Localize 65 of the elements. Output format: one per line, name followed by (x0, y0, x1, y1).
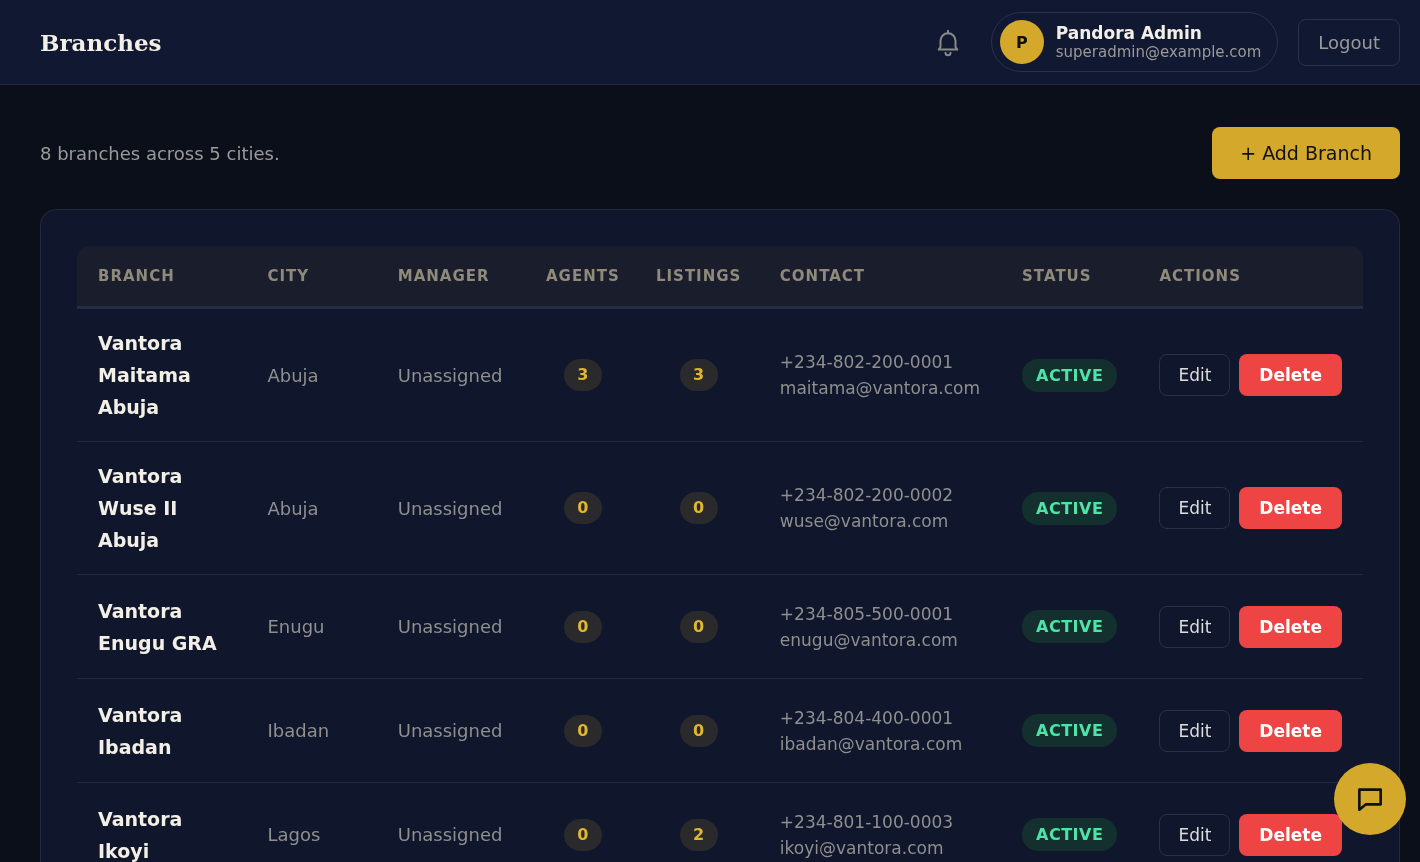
agents-count: 0 (563, 492, 602, 524)
agents-count: 0 (563, 818, 602, 851)
branch-name: Vantora Enugu GRA (98, 598, 218, 656)
email-text: wuse@vantora.com (779, 511, 950, 531)
delete-button[interactable]: Delete (1239, 605, 1342, 648)
agents-count: 0 (563, 610, 602, 643)
page-title: Branches (40, 28, 162, 56)
column-header: ACTIONS (1138, 246, 1363, 308)
delete-button[interactable]: Delete (1239, 354, 1342, 396)
listings-count: 0 (679, 492, 718, 524)
user-email: superadmin@example.com (1055, 43, 1262, 61)
city-text: Abuja (267, 497, 319, 519)
delete-button[interactable]: Delete (1239, 709, 1342, 752)
column-header: LISTINGS (638, 246, 759, 308)
status-badge: ACTIVE (1022, 714, 1118, 747)
manager-text: Unassigned (397, 616, 503, 637)
email-text: ibadan@vantora.com (779, 733, 964, 754)
edit-button[interactable]: Edit (1159, 605, 1231, 648)
phone-text: +234-802-200-0001 (779, 352, 955, 372)
phone-text: +234-802-200-0002 (779, 485, 955, 505)
branch-name: Vantora Wuse II Abuja (98, 464, 184, 553)
city-text: Abuja (267, 364, 319, 386)
manager-text: Unassigned (397, 720, 503, 741)
column-header: MANAGER (376, 246, 528, 308)
phone-text: +234-804-400-0001 (779, 707, 955, 728)
branch-name: Vantora Maitama Abuja (98, 331, 192, 420)
edit-button[interactable]: Edit (1159, 487, 1231, 529)
delete-button[interactable]: Delete (1239, 813, 1342, 856)
status-badge: ACTIVE (1022, 818, 1118, 851)
add-branch-button[interactable]: + Add Branch (1212, 127, 1400, 179)
listings-count: 3 (679, 359, 718, 391)
email-text: maitama@vantora.com (779, 378, 981, 398)
summary-text: 8 branches across 5 cities. (40, 142, 280, 164)
listings-count: 0 (679, 714, 718, 747)
user-name: Pandora Admin (1055, 23, 1203, 43)
listings-count: 0 (679, 610, 718, 643)
edit-button[interactable]: Edit (1159, 813, 1231, 856)
manager-text: Unassigned (397, 497, 503, 519)
email-text: enugu@vantora.com (779, 629, 959, 650)
agents-count: 3 (563, 359, 602, 391)
column-header: CONTACT (758, 246, 1002, 308)
manager-text: Unassigned (397, 824, 503, 845)
edit-button[interactable]: Edit (1159, 709, 1231, 752)
phone-text: +234-805-500-0001 (779, 603, 955, 624)
column-header: STATUS (1001, 246, 1139, 308)
branch-name: Vantora Ikoyi (98, 806, 184, 862)
city-text: Ibadan (267, 720, 330, 741)
status-badge: ACTIVE (1022, 610, 1118, 643)
delete-button[interactable]: Delete (1239, 487, 1342, 529)
city-text: Lagos (267, 824, 321, 845)
manager-text: Unassigned (397, 364, 503, 386)
branch-name: Vantora Ibadan (98, 702, 184, 760)
avatar: P (999, 20, 1044, 64)
column-header: BRANCH (77, 246, 247, 308)
status-badge: ACTIVE (1022, 491, 1118, 525)
edit-button[interactable]: Edit (1159, 354, 1231, 396)
city-text: Enugu (267, 616, 325, 637)
agents-count: 0 (563, 714, 602, 747)
column-header: CITY (246, 246, 377, 308)
status-badge: ACTIVE (1022, 358, 1118, 392)
email-text: ikoyi@vantora.com (779, 837, 945, 858)
column-header: AGENTS (527, 246, 639, 308)
listings-count: 2 (679, 818, 718, 851)
logout-button[interactable]: Logout (1298, 18, 1400, 66)
phone-text: +234-801-100-0003 (779, 811, 955, 832)
